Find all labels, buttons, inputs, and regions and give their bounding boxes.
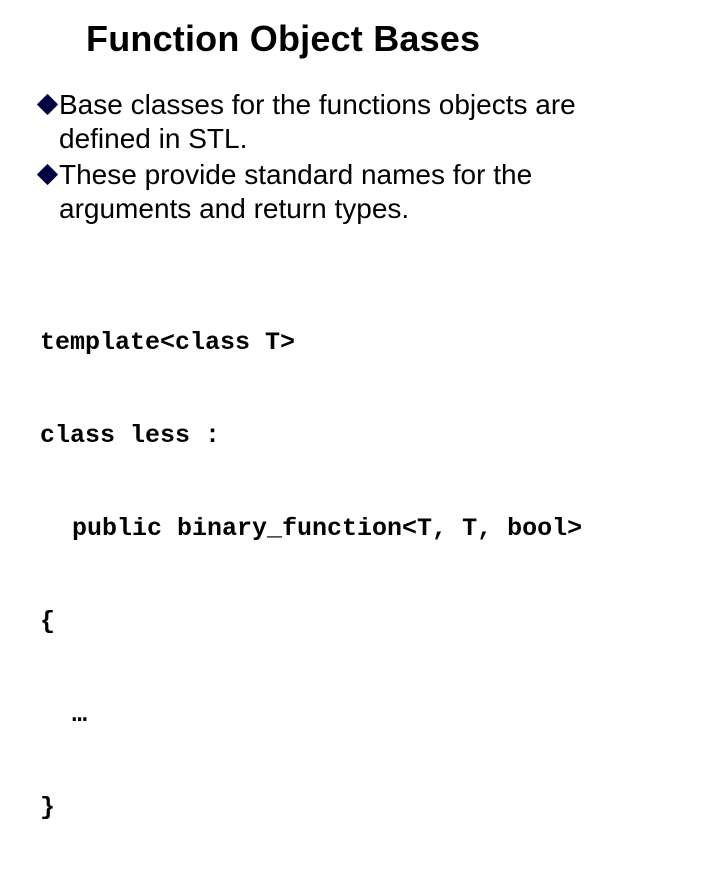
code-text: …: [72, 700, 87, 729]
code-text: public binary_function<T, T, bool>: [72, 514, 582, 543]
code-line: …: [40, 699, 692, 730]
code-block: template<class T> class less : public bi…: [40, 265, 692, 885]
bullet-diamond-icon: [37, 164, 58, 185]
bullet-text: Base classes for the functions objects a…: [59, 88, 659, 156]
code-line: {: [40, 606, 692, 637]
code-line: public binary_function<T, T, bool>: [40, 513, 692, 544]
bullet-list: Base classes for the functions objects a…: [40, 88, 692, 227]
code-line: template<class T>: [40, 327, 692, 358]
slide-title: Function Object Bases: [86, 18, 692, 60]
bullet-diamond-icon: [37, 94, 58, 115]
slide: Function Object Bases Base classes for t…: [0, 0, 720, 540]
bullet-item: Base classes for the functions objects a…: [40, 88, 692, 156]
code-line: }: [40, 792, 692, 823]
bullet-text: These provide standard names for the arg…: [59, 158, 659, 226]
bullet-item: These provide standard names for the arg…: [40, 158, 692, 226]
code-line: class less :: [40, 420, 692, 451]
